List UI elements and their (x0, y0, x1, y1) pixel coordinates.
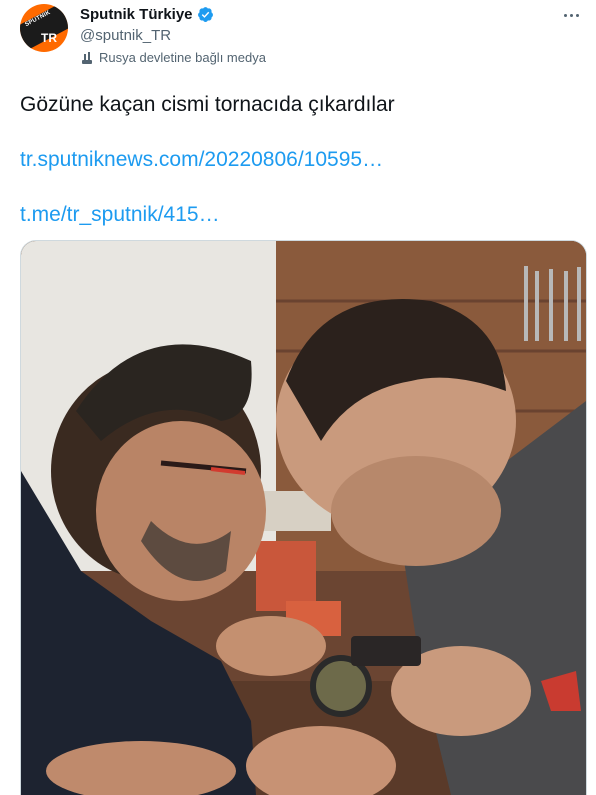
state-media-label[interactable]: Rusya devletine bağlı medya (80, 50, 266, 65)
government-media-icon (80, 51, 94, 65)
tweet-text: Gözüne kaçan cismi tornacıda çıkardılar (20, 93, 395, 116)
avatar-text: TR (41, 31, 57, 45)
state-media-label-text: Rusya devletine bağlı medya (99, 50, 266, 65)
tweet-media-video[interactable] (20, 240, 587, 795)
display-name[interactable]: Sputnik Türkiye (80, 6, 193, 23)
tweet: SPUTNIK TR Sputnik Türkiye @sputnik_TR R… (0, 0, 596, 795)
author-name-row: Sputnik Türkiye (80, 6, 214, 23)
video-frame-image (21, 241, 586, 795)
more-options-icon[interactable] (560, 4, 582, 26)
verified-badge-icon (197, 6, 214, 23)
tweet-link-news[interactable]: tr.sputniknews.com/20220806/10595… (20, 147, 383, 173)
avatar[interactable]: SPUTNIK TR (20, 4, 68, 52)
tweet-link-telegram[interactable]: t.me/tr_sputnik/415… (20, 202, 220, 228)
handle[interactable]: @sputnik_TR (80, 27, 171, 44)
